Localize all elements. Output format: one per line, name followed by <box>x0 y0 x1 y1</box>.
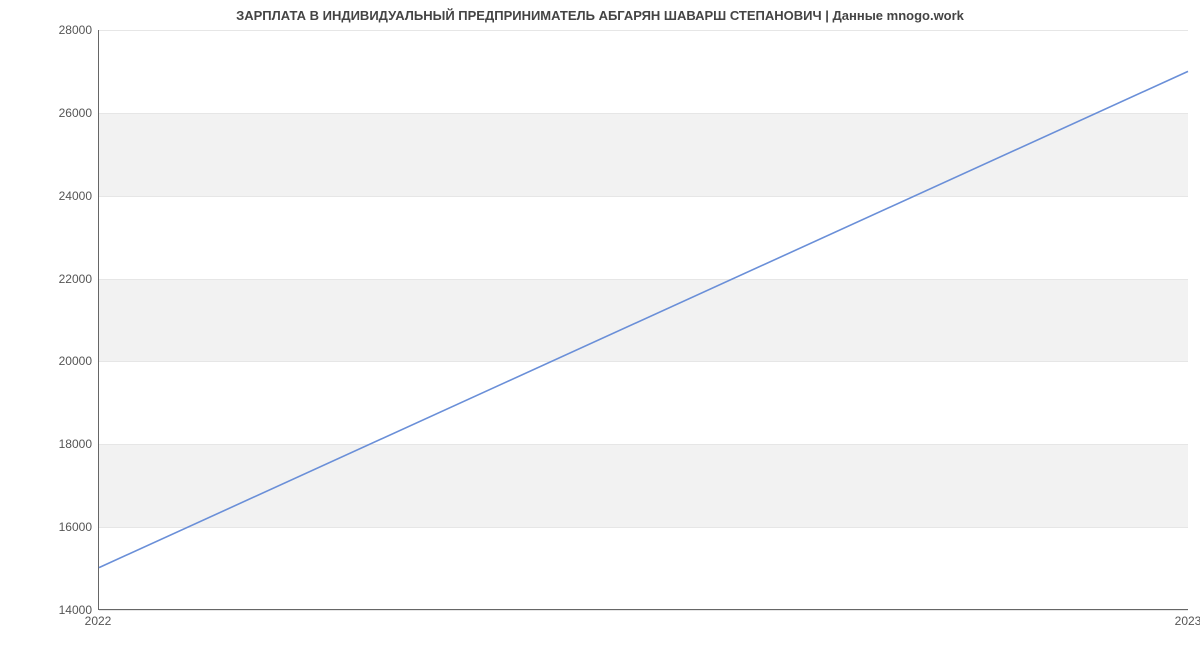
y-tick-label: 24000 <box>12 189 92 203</box>
x-tick-label: 2023 <box>1175 614 1200 628</box>
y-tick-label: 28000 <box>12 23 92 37</box>
y-tick-label: 18000 <box>12 437 92 451</box>
plot-area <box>98 30 1188 610</box>
chart-svg <box>99 30 1188 609</box>
y-tick-label: 16000 <box>12 520 92 534</box>
y-tick-label: 14000 <box>12 603 92 617</box>
chart-title: ЗАРПЛАТА В ИНДИВИДУАЛЬНЫЙ ПРЕДПРИНИМАТЕЛ… <box>0 8 1200 23</box>
x-tick-label: 2022 <box>85 614 112 628</box>
y-tick-label: 26000 <box>12 106 92 120</box>
series-line <box>99 71 1188 567</box>
y-tick-label: 22000 <box>12 272 92 286</box>
y-tick-label: 20000 <box>12 354 92 368</box>
gridline <box>99 610 1188 611</box>
